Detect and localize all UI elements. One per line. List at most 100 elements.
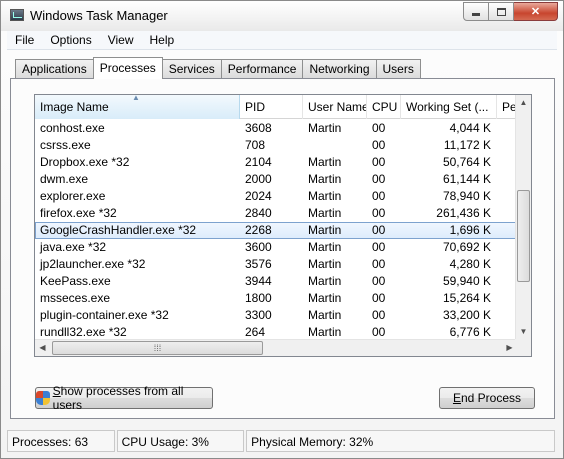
tab-performance[interactable]: Performance [220,59,304,79]
cell-user: Martin [308,223,342,237]
close-button[interactable]: ✕ [514,2,558,21]
cell-user [303,137,367,154]
cell-user: Martin [308,121,342,135]
cell-pid: 2268 [245,223,272,237]
menu-file[interactable]: File [7,31,42,49]
vertical-scroll-thumb[interactable] [517,190,530,282]
cell-user: Martin [308,206,342,220]
column-header-label: Image Name [40,100,109,114]
cell-ws: 4,280 K [449,257,491,271]
cell-cpu: 00 [372,189,386,203]
process-row[interactable]: Dropbox.exe *32 2104 Martin 00 50,764 K [35,154,517,171]
column-header-image-name[interactable]: Image Name ▲ [35,95,240,119]
column-header-user-name[interactable]: User Name [303,95,367,119]
tab-users[interactable]: Users [375,59,421,79]
list-header: Image Name ▲ PID User Name CPU Working Set (.… [35,95,517,119]
scroll-up-icon[interactable]: ▲ [516,95,531,111]
minimize-button[interactable] [463,2,489,21]
process-list[interactable]: Image Name ▲ PID User Name CPU Working Set (.… [34,94,532,357]
window-title: Windows Task Manager [30,8,168,23]
horizontal-scrollbar[interactable]: ◀ ⁞⁞⁞ ▶ [35,339,517,356]
minimize-icon [472,13,480,16]
cell-name: firefox.exe *32 [40,206,117,220]
cell-cpu: 00 [372,155,386,169]
maximize-button[interactable] [489,2,514,21]
status-physical-memory: Physical Memory: 32% [246,430,555,452]
cell-name: csrss.exe [40,138,91,152]
process-row[interactable]: dwm.exe 2000 Martin 00 61,144 K [35,171,517,188]
cell-cpu: 00 [372,274,386,288]
close-icon: ✕ [530,6,541,18]
menu-view[interactable]: View [100,31,142,49]
cell-pid: 2000 [245,172,272,186]
cell-ws: 70,692 K [442,240,491,254]
cell-cpu: 00 [372,223,386,237]
cell-cpu: 00 [372,206,386,220]
cell-pid: 2840 [245,206,272,220]
cell-ws: 33,200 K [442,308,491,322]
cell-cpu: 00 [372,308,386,322]
column-header-label: User Name [308,100,367,114]
column-header-pid[interactable]: PID [240,95,303,119]
tab-processes[interactable]: Processes [92,57,163,79]
cell-cpu: 00 [372,257,386,271]
cell-name: java.exe *32 [40,240,107,254]
cell-pid: 708 [245,138,266,152]
cell-ws: 11,172 K [443,138,491,152]
cell-ws: 59,940 K [442,274,491,288]
cell-pid: 3608 [245,121,272,135]
cell-ws: 50,764 K [442,155,491,169]
tab-networking[interactable]: Networking [302,59,377,79]
process-row[interactable]: java.exe *32 3600 Martin 00 70,692 K [35,239,517,256]
process-row[interactable]: firefox.exe *32 2840 Martin 00 261,436 K [35,205,517,222]
process-row[interactable]: plugin-container.exe *32 3300 Martin 00 33,2… [35,307,517,324]
cell-cpu: 00 [372,172,386,186]
menu-bar: File Options View Help [7,31,557,50]
menu-options[interactable]: Options [42,31,99,49]
process-row[interactable]: msseces.exe 1800 Martin 00 15,264 K [35,290,517,307]
column-header-label: PID [245,100,266,114]
column-header-peak[interactable]: Peak [497,95,517,119]
end-process-button[interactable]: End Process [439,387,535,409]
cell-name: plugin-container.exe *32 [40,308,169,322]
column-header-working-set[interactable]: Working Set (... [401,95,497,119]
cell-user: Martin [308,257,342,271]
menu-help[interactable]: Help [142,31,183,49]
cell-ws: 261,436 K [436,206,491,220]
cell-user: Martin [308,308,342,322]
tab-services[interactable]: Services [161,59,222,79]
vertical-scrollbar[interactable]: ▲ ▼ [515,95,531,340]
scroll-left-icon[interactable]: ◀ [35,340,50,356]
title-bar[interactable]: Windows Task Manager ✕ [1,1,563,31]
window-controls: ✕ [463,2,558,22]
column-header-label: CPU [372,100,398,114]
cell-name: Dropbox.exe *32 [40,155,130,169]
end-process-label: End Process [452,391,522,405]
column-header-cpu[interactable]: CPU [367,95,401,119]
process-row[interactable]: conhost.exe 3608 Martin 00 4,044 K [35,120,517,137]
cell-ws: 15,264 K [442,291,491,305]
process-row[interactable]: explorer.exe 2024 Martin 00 78,940 K [35,188,517,205]
process-row[interactable]: KeePass.exe 3944 Martin 00 59,940 K [35,273,517,290]
status-cpu-usage: CPU Usage: 3% [116,430,245,452]
cell-user: Martin [308,155,342,169]
show-all-users-label: Show processes from all users [52,384,184,412]
cell-ws: 78,940 K [442,189,491,203]
process-row[interactable]: csrss.exe 708 00 11,172 K [35,137,517,154]
scroll-down-icon[interactable]: ▼ [516,324,531,340]
tab-applications[interactable]: Applications [15,59,94,79]
show-all-users-button[interactable]: Show processes from all users [35,384,213,412]
horizontal-scroll-thumb[interactable]: ⁞⁞⁞ [52,341,263,355]
cell-pid: 3600 [245,240,272,254]
cell-name: conhost.exe [40,121,105,135]
uac-shield-icon [36,390,50,406]
process-rows: conhost.exe 3608 Martin 00 4,044 K csrss.exe 7… [35,120,517,356]
cell-pid: 3300 [245,308,272,322]
process-row[interactable]: jp2launcher.exe *32 3576 Martin 00 4,280 K [35,256,517,273]
process-row[interactable]: GoogleCrashHandler.exe *32 2268 Martin 00 1,… [35,222,517,239]
cell-pid: 2024 [245,189,272,203]
column-header-label: Working Set (... [406,100,489,114]
cell-cpu: 00 [372,138,386,152]
sort-ascending-icon: ▲ [132,95,140,102]
cell-name: explorer.exe [40,189,106,203]
